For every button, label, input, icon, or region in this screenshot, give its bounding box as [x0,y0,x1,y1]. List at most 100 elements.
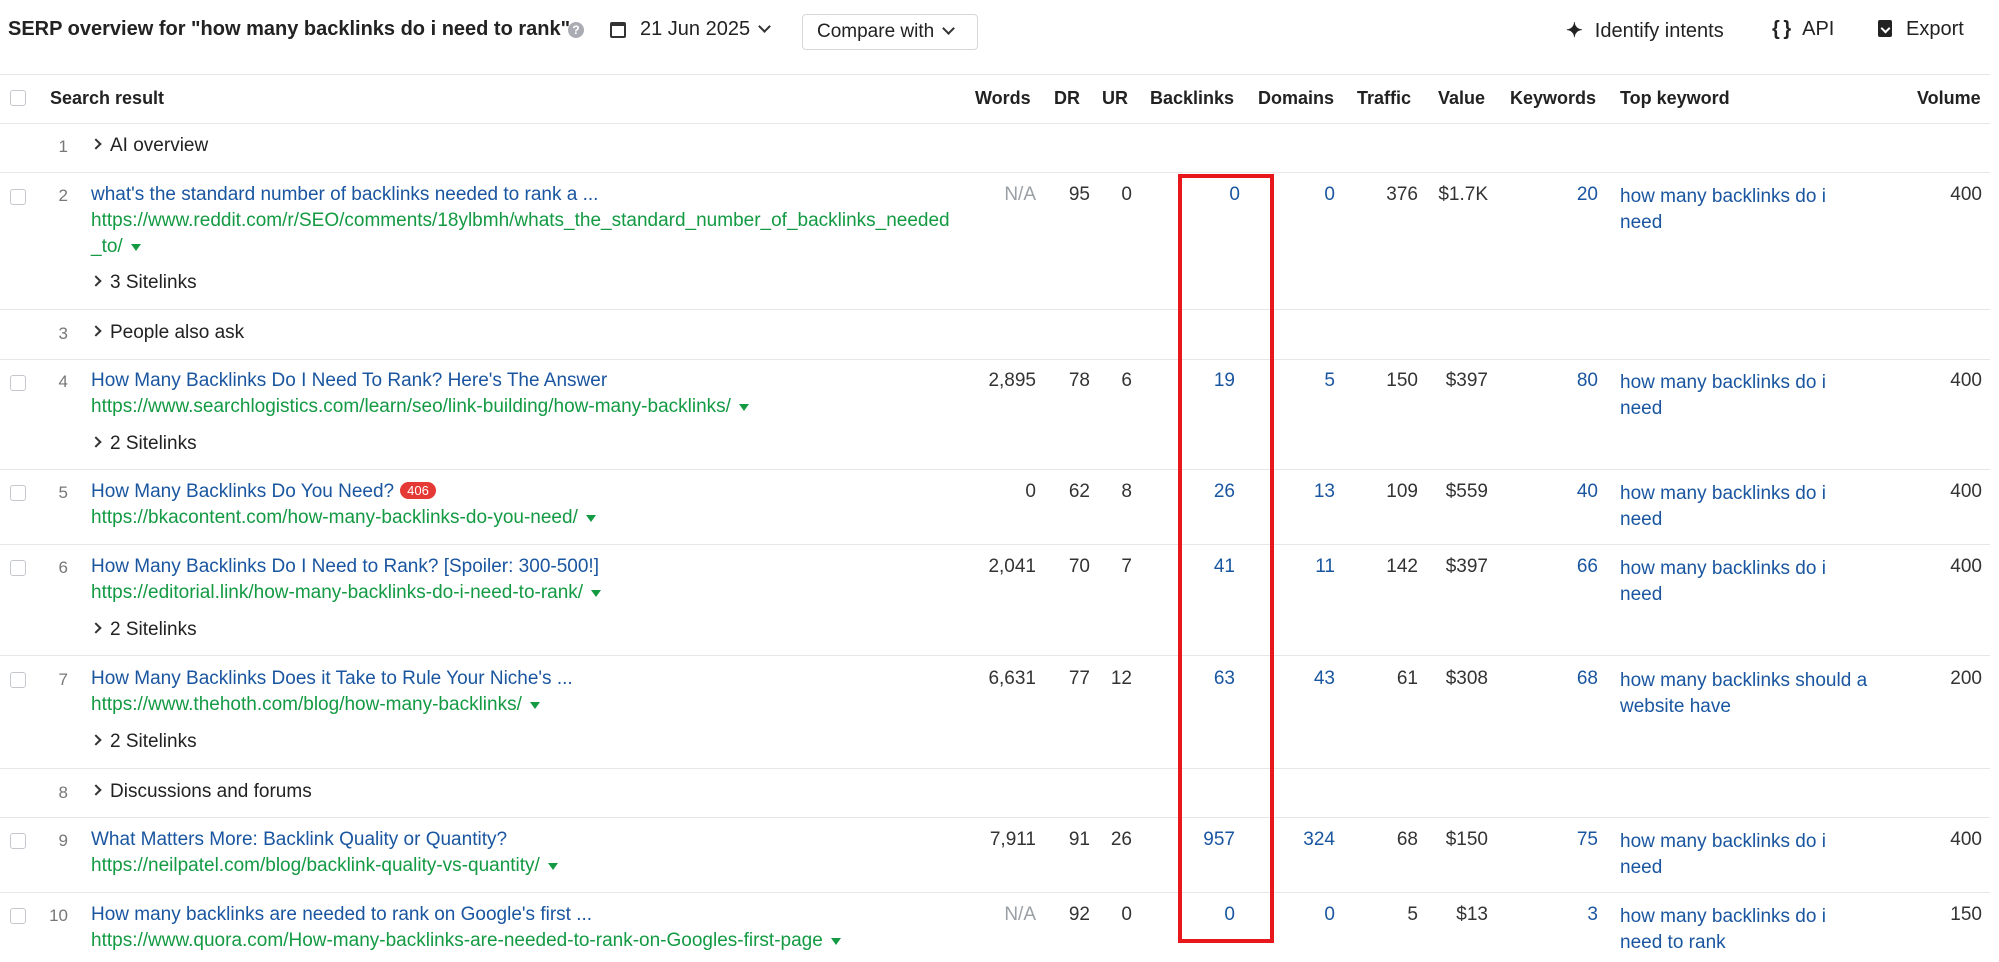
traffic-value: 68 [1396,829,1418,850]
col-words[interactable]: Words [975,88,1031,109]
top-keyword-link[interactable]: how many backlinks do i need [1620,370,1870,422]
volume-value: 150 [1950,904,1982,925]
chevron-right-icon [90,734,102,746]
dr-value: 77 [1068,668,1090,689]
caret-down-icon[interactable] [591,590,602,597]
sitelinks-toggle[interactable]: 3 Sitelinks [90,272,197,294]
keywords-value[interactable]: 20 [1500,184,1598,206]
select-all-checkbox[interactable] [10,90,26,106]
divider [0,892,1990,893]
row-checkbox[interactable] [10,908,26,924]
top-keyword-link[interactable]: how many backlinks do i need [1620,829,1870,881]
volume-value: 400 [1950,829,1982,850]
compare-label: Compare with [817,21,935,42]
value-value: $150 [1445,829,1488,850]
result-url[interactable]: https://bkacontent.com/how-many-backlink… [91,505,951,531]
value-value: $559 [1445,481,1488,502]
sitelinks-toggle[interactable]: 2 Sitelinks [90,731,197,753]
result-title-link[interactable]: what's the standard number of backlinks … [91,184,598,206]
top-keyword-link[interactable]: how many backlinks do i need [1620,556,1870,608]
keywords-value[interactable]: 68 [1500,668,1598,690]
sitelinks-toggle[interactable]: 2 Sitelinks [90,619,197,641]
api-button[interactable]: { } API [1772,18,1834,41]
export-button[interactable]: Export [1878,18,1964,41]
result-title-link[interactable]: How many backlinks are needed to rank on… [91,904,592,926]
divider [0,123,1990,124]
words-value: 6,631 [988,668,1036,689]
help-icon[interactable]: ? [568,22,584,38]
row-checkbox[interactable] [10,672,26,688]
traffic-value: 150 [1386,370,1418,391]
caret-down-icon[interactable] [830,938,841,945]
col-traffic[interactable]: Traffic [1357,88,1411,109]
col-value[interactable]: Value [1438,88,1485,109]
keywords-value[interactable]: 80 [1500,370,1598,392]
result-url[interactable]: https://www.quora.com/How-many-backlinks… [91,928,951,954]
chevron-right-icon [90,275,102,287]
caret-down-icon[interactable] [585,515,596,522]
top-keyword-link[interactable]: how many backlinks should a website have [1620,668,1870,720]
result-title-link[interactable]: What Matters More: Backlink Quality or Q… [91,829,507,851]
divider [0,309,1990,310]
serp-feature-ai-overview[interactable]: AI overview [90,135,208,157]
compare-with-dropdown[interactable]: Compare with [802,14,978,50]
row-checkbox[interactable] [10,485,26,501]
result-title-link[interactable]: How Many Backlinks Do You Need? [91,481,394,502]
serp-feature-discussions[interactable]: Discussions and forums [90,781,312,803]
sitelinks-toggle[interactable]: 2 Sitelinks [90,433,197,455]
keywords-value[interactable]: 75 [1500,829,1598,851]
serp-feature-people-also-ask[interactable]: People also ask [90,322,244,344]
result-url[interactable]: https://www.searchlogistics.com/learn/se… [91,394,951,420]
col-ur[interactable]: UR [1102,88,1128,109]
result-url[interactable]: https://editorial.link/how-many-backlink… [91,580,951,606]
result-title-link[interactable]: How Many Backlinks Does it Take to Rule … [91,668,573,690]
traffic-value: 61 [1396,668,1418,689]
result-url[interactable]: https://www.thehoth.com/blog/how-many-ba… [91,692,951,718]
caret-down-icon[interactable] [547,863,558,870]
col-volume[interactable]: Volume [1917,88,1981,109]
top-keyword-link[interactable]: how many backlinks do i need [1620,481,1870,533]
result-url[interactable]: https://neilpatel.com/blog/backlink-qual… [91,853,951,879]
keywords-value[interactable]: 66 [1500,556,1598,578]
result-url-text: https://www.reddit.com/r/SEO/comments/18… [91,210,950,257]
row-checkbox[interactable] [10,189,26,205]
top-keyword-link[interactable]: how many backlinks do i need [1620,184,1870,236]
col-backlinks[interactable]: Backlinks [1150,88,1234,109]
col-keywords[interactable]: Keywords [1510,88,1596,109]
divider [0,817,1990,818]
download-icon [1878,20,1892,37]
dr-value: 70 [1068,556,1090,577]
col-search-result[interactable]: Search result [50,88,164,109]
result-title-link[interactable]: How Many Backlinks Do I Need to Rank? [S… [91,556,599,578]
identify-intents-button[interactable]: ✦ Identify intents [1566,18,1724,43]
dr-value: 62 [1068,481,1090,502]
col-top-keyword[interactable]: Top keyword [1620,88,1730,109]
row-position: 10 [49,906,68,925]
caret-down-icon[interactable] [529,702,540,709]
ur-value: 7 [1121,556,1132,577]
value-value: $13 [1456,904,1488,925]
col-dr[interactable]: DR [1054,88,1080,109]
toolbar: SERP overview for "how many backlinks do… [0,0,1999,70]
row-checkbox[interactable] [10,833,26,849]
caret-down-icon[interactable] [130,244,141,251]
keywords-value[interactable]: 40 [1500,481,1598,503]
keywords-value[interactable]: 3 [1500,904,1598,926]
result-url[interactable]: https://www.reddit.com/r/SEO/comments/18… [91,208,951,260]
col-domains[interactable]: Domains [1258,88,1334,109]
row-checkbox[interactable] [10,375,26,391]
sparkle-icon: ✦ [1566,20,1583,42]
caret-down-icon[interactable] [738,404,749,411]
status-badge: 406 [400,482,436,499]
date-picker[interactable]: 21 Jun 2025 [610,18,771,41]
volume-value: 200 [1950,668,1982,689]
top-keyword-link[interactable]: how many backlinks do i need to rank [1620,904,1870,956]
row-checkbox[interactable] [10,560,26,576]
value-value: $397 [1445,370,1488,391]
sitelinks-label: 2 Sitelinks [110,731,197,752]
sitelinks-label: 2 Sitelinks [110,433,197,454]
result-title-link[interactable]: How Many Backlinks Do I Need To Rank? He… [91,370,607,392]
divider [0,469,1990,470]
divider [0,359,1990,360]
dr-value: 91 [1068,829,1090,850]
